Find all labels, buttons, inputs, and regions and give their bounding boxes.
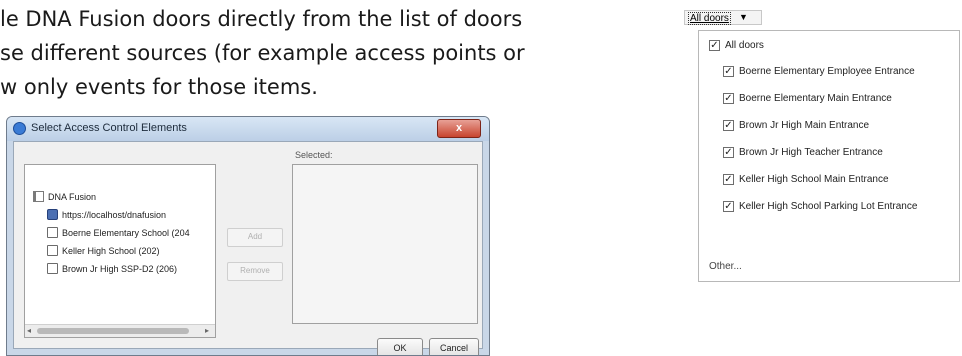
caret-down-icon: ▼ [739, 12, 748, 22]
filter-item[interactable]: ✓ Keller High School Main Entrance [723, 174, 889, 185]
filter-item-label: All doors [725, 40, 764, 51]
filter-item-label: Keller High School Main Entrance [739, 174, 889, 185]
checkbox-checked-icon[interactable]: ✓ [723, 174, 734, 185]
scrollbar-thumb[interactable] [37, 328, 189, 334]
checkbox-checked-icon[interactable]: ✓ [723, 66, 734, 77]
door-icon [47, 263, 58, 274]
close-button[interactable]: x [437, 119, 481, 138]
document-line: le DNA Fusion doors directly from the li… [0, 7, 523, 31]
filter-item[interactable]: ✓ Brown Jr High Main Entrance [723, 120, 869, 131]
filter-item[interactable]: ✓ Boerne Elementary Main Entrance [723, 93, 892, 104]
cancel-button[interactable]: Cancel [429, 338, 479, 355]
doors-filter-label: All doors [688, 12, 731, 25]
dialog-titlebar[interactable]: Select Access Control Elements x [7, 117, 489, 141]
filter-item[interactable]: ✓ Keller High School Parking Lot Entranc… [723, 201, 917, 212]
tree-item-brown-jr-high[interactable]: Brown Jr High SSP-D2 (206) [47, 263, 177, 274]
tree-item-dna-fusion[interactable]: DNA Fusion [33, 191, 96, 202]
app-icon [13, 122, 26, 135]
tree-item-label: DNA Fusion [48, 191, 97, 202]
scroll-right-icon[interactable]: ▸ [205, 326, 209, 335]
filter-item-label: Boerne Elementary Main Entrance [739, 93, 892, 104]
tree-item-label: https://localhost/dnafusion [62, 209, 167, 220]
tree-item-label: Keller High School (202) [62, 245, 160, 256]
horizontal-scrollbar[interactable]: ◂ ▸ [25, 324, 215, 337]
ok-button[interactable]: OK [377, 338, 423, 355]
access-tree[interactable]: DNA Fusion https://localhost/dnafusion B… [24, 164, 216, 338]
document-line: se different sources (for example access… [0, 41, 525, 65]
tree-item-label: Boerne Elementary School (204 [62, 227, 190, 238]
checkbox-checked-icon[interactable]: ✓ [723, 201, 734, 212]
document-text: le DNA Fusion doors directly from the li… [0, 2, 690, 104]
checkbox-checked-icon[interactable]: ✓ [723, 147, 734, 158]
door-icon [47, 245, 58, 256]
filter-item[interactable]: ✓ Boerne Elementary Employee Entrance [723, 66, 915, 77]
add-button[interactable]: Add [227, 228, 283, 247]
filter-item-label: Brown Jr High Teacher Entrance [739, 147, 883, 158]
tree-item-server[interactable]: https://localhost/dnafusion [47, 209, 166, 220]
remove-button[interactable]: Remove [227, 262, 283, 281]
dialog-title: Select Access Control Elements [31, 122, 187, 134]
filter-item-label: Boerne Elementary Employee Entrance [739, 66, 915, 77]
tree-item-label: Brown Jr High SSP-D2 (206) [62, 263, 178, 274]
dna-fusion-icon [33, 191, 44, 202]
document-line: w only events for those items. [0, 75, 318, 99]
filter-item-all-doors[interactable]: ✓ All doors [709, 40, 764, 51]
checkbox-checked-icon[interactable]: ✓ [723, 120, 734, 131]
tree-item-keller-high[interactable]: Keller High School (202) [47, 245, 160, 256]
filter-item[interactable]: ✓ Brown Jr High Teacher Entrance [723, 147, 883, 158]
checkbox-checked-icon[interactable]: ✓ [723, 93, 734, 104]
select-access-control-elements-dialog: Select Access Control Elements x DNA Fus… [6, 116, 490, 356]
server-icon [47, 209, 58, 220]
tree-item-boerne-elementary[interactable]: Boerne Elementary School (204 [47, 227, 190, 238]
scroll-left-icon[interactable]: ◂ [27, 326, 31, 335]
filter-item-label: Brown Jr High Main Entrance [739, 120, 870, 131]
doors-filter-dropdown[interactable]: All doors ▼ [684, 10, 762, 25]
selected-label: Selected: [295, 150, 333, 160]
door-icon [47, 227, 58, 238]
selected-list[interactable] [292, 164, 478, 324]
filter-other-link[interactable]: Other... [709, 261, 742, 272]
checkbox-checked-icon[interactable]: ✓ [709, 40, 720, 51]
filter-item-label: Keller High School Parking Lot Entrance [739, 201, 918, 212]
dialog-body: DNA Fusion https://localhost/dnafusion B… [13, 141, 483, 355]
doors-filter-menu: ✓ All doors ✓ Boerne Elementary Employee… [698, 30, 960, 282]
